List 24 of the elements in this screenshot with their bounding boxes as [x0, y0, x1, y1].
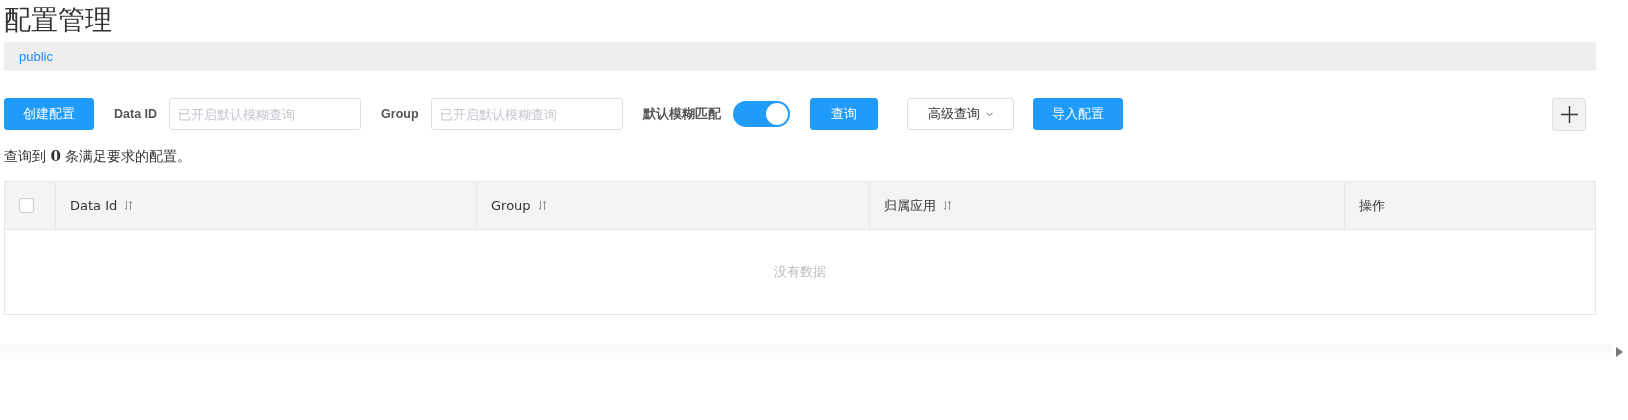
column-header: 归属应用: [884, 196, 936, 215]
plus-icon: [1560, 105, 1578, 123]
result-summary: 查询到 0 条满足要求的配置。: [4, 147, 193, 167]
empty-message: 没有数据: [4, 229, 1596, 315]
sort-icon[interactable]: [944, 201, 951, 210]
fuzzy-match-label: 默认模糊匹配: [642, 105, 721, 123]
search-button[interactable]: 查询: [809, 98, 878, 130]
scroll-right-arrow-icon[interactable]: [1616, 347, 1623, 357]
import-config-button[interactable]: 导入配置: [1032, 98, 1123, 130]
filter-label: Group: [381, 107, 419, 121]
column-header: 操作: [1359, 196, 1385, 215]
column-header: Group: [491, 198, 531, 213]
sort-icon[interactable]: [125, 201, 133, 210]
select-all-checkbox[interactable]: [19, 198, 34, 213]
filter-label: Data ID: [114, 107, 158, 121]
add-button[interactable]: [1552, 97, 1586, 131]
sort-icon[interactable]: [538, 201, 546, 210]
fuzzy-match-switch[interactable]: [732, 101, 790, 127]
column-header: Data Id: [70, 198, 118, 213]
chevron-down-icon: [985, 111, 993, 117]
namespace-tab[interactable]: public: [19, 49, 53, 64]
page-title: 配置管理: [4, 3, 112, 37]
advanced-search-button[interactable]: 高级查询: [906, 98, 1014, 130]
create-config-button[interactable]: 创建配置: [4, 98, 94, 130]
